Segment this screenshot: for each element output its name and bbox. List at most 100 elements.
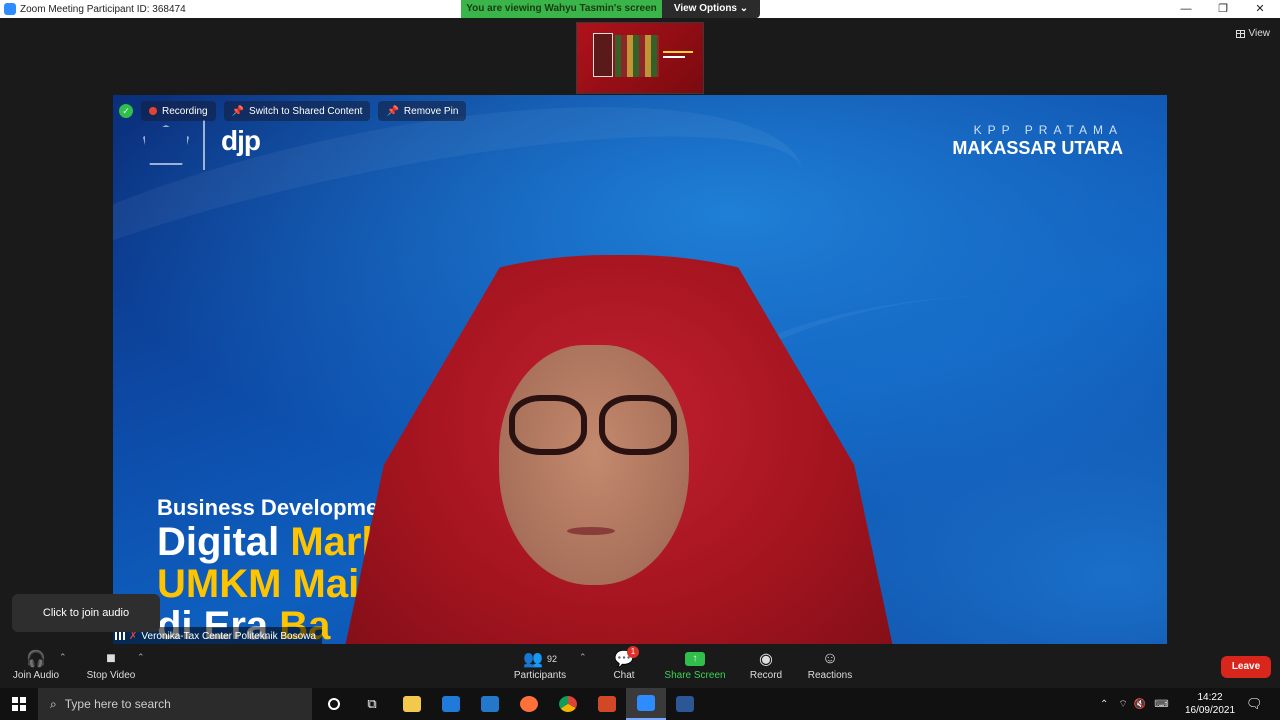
window-title: Zoom Meeting Participant ID: 368474: [20, 3, 186, 15]
zoom-window: Zoom Meeting Participant ID: 368474 — ❐ …: [0, 0, 1280, 720]
participants-count: 92: [546, 654, 557, 664]
volume-muted-icon[interactable]: 🔇: [1134, 699, 1146, 710]
participants-button[interactable]: 👥 92 Participants: [510, 648, 570, 681]
office-name: MAKASSAR UTARA: [952, 138, 1123, 158]
taskbar-word[interactable]: [665, 688, 705, 720]
audio-options-caret[interactable]: ⌃: [59, 652, 67, 663]
record-dot-icon: [149, 107, 157, 115]
taskbar-zoom[interactable]: [626, 688, 666, 720]
clock-time: 14:22: [1197, 692, 1223, 703]
join-audio-label: Join Audio: [12, 670, 60, 681]
search-placeholder: Type here to search: [64, 697, 171, 711]
share-screen-icon-wrap: ↑: [664, 648, 726, 670]
smiley-icon: ☺: [821, 650, 839, 667]
stop-video-label: Stop Video: [86, 670, 136, 681]
taskbar-clock[interactable]: 14:22 16/09/2021: [1180, 691, 1240, 717]
pinned-video[interactable]: djp KPP PRATAMA MAKASSAR UTARA Business …: [113, 95, 1167, 645]
tray-overflow-icon[interactable]: ⌃: [1100, 699, 1108, 710]
djp-logo: djp: [221, 125, 261, 156]
minimize-button[interactable]: —: [1168, 0, 1204, 18]
thumb-text-yellow: [663, 51, 693, 53]
view-label: View: [1248, 28, 1271, 39]
clock-date: 16/09/2021: [1184, 705, 1236, 716]
record-label: Record: [749, 670, 783, 681]
meeting-area: View djp KPP PRATAMA MAKASSAR UTARA Busi…: [0, 18, 1280, 645]
signal-bars-icon: [115, 632, 125, 640]
network-icon[interactable]: ⌔: [1118, 698, 1127, 711]
recording-indicator: Recording: [141, 101, 216, 121]
restore-button[interactable]: ❐: [1205, 0, 1241, 18]
task-view-icon: ⧉: [367, 696, 377, 711]
participant-name: Veronika-Tax Center Politeknik Bosowa: [141, 630, 316, 642]
participants-options-caret[interactable]: ⌃: [579, 652, 587, 663]
grid-icon: [1235, 29, 1245, 38]
taskbar-mail[interactable]: [431, 688, 471, 720]
shield-icon[interactable]: ✓: [119, 104, 133, 118]
slide-line-2-white: Digital: [157, 520, 291, 564]
chrome-icon: [559, 696, 577, 712]
switch-label: Switch to Shared Content: [249, 105, 363, 117]
video-overlay-bar: ✓ Recording 📌 Switch to Shared Content 📌…: [119, 101, 467, 121]
thumb-book: [593, 33, 613, 77]
mail-icon: [442, 696, 460, 712]
glasses-right: [599, 395, 677, 455]
taskbar-vscode[interactable]: [470, 688, 510, 720]
word-icon: [676, 696, 694, 712]
stop-video-button[interactable]: ■ Stop Video: [84, 648, 138, 681]
meeting-toolbar: 🎧 Join Audio ⌃ ■ Stop Video ⌃ 👥 92 Partic…: [0, 644, 1280, 688]
screen-share-banner: You are viewing Wahyu Tasmin's screen: [461, 0, 662, 18]
recording-label: Recording: [162, 105, 208, 117]
share-screen-label: Share Screen: [664, 670, 726, 681]
headphones-icon: 🎧: [26, 651, 46, 668]
share-screen-icon: ↑: [685, 652, 705, 666]
video-options-caret[interactable]: ⌃: [137, 652, 145, 663]
taskbar-chrome[interactable]: [548, 688, 588, 720]
cortana-button[interactable]: [314, 688, 354, 720]
reactions-button[interactable]: ☺ Reactions: [806, 648, 854, 681]
chat-unread-badge: 1: [627, 646, 639, 658]
windows-logo-icon: [12, 697, 26, 711]
pin-icon: 📌: [386, 105, 399, 117]
folder-icon: [403, 696, 421, 712]
taskbar-powerpoint[interactable]: [587, 688, 627, 720]
powerpoint-icon: [598, 696, 616, 712]
chat-label: Chat: [613, 670, 635, 681]
firefox-icon: [520, 696, 538, 712]
glasses-left: [509, 395, 587, 455]
emblem-logo: [143, 125, 189, 165]
join-audio-tooltip: Click to join audio: [12, 594, 160, 632]
record-button[interactable]: ◉ Record: [746, 648, 786, 681]
task-view-button[interactable]: ⧉: [352, 688, 392, 720]
join-audio-button[interactable]: 🎧 Join Audio: [12, 648, 60, 681]
logo-divider: [203, 120, 205, 170]
mouth: [567, 527, 615, 535]
share-screen-button[interactable]: ↑ Share Screen: [664, 648, 726, 681]
remove-pin-button[interactable]: 📌 Remove Pin: [378, 101, 467, 121]
participant-figure: [339, 255, 899, 645]
leave-button[interactable]: Leave: [1221, 656, 1271, 678]
record-icon: ◉: [759, 651, 773, 668]
taskbar-search[interactable]: ⌕ Type here to search: [38, 688, 312, 720]
thumb-text-white: [663, 56, 685, 58]
pin-icon: 📌: [231, 105, 245, 117]
close-button[interactable]: ✕: [1242, 0, 1278, 18]
face: [499, 345, 689, 585]
zoom-app-icon: [4, 3, 16, 15]
participants-icon: 👥 92: [523, 651, 557, 668]
view-button[interactable]: View: [1235, 28, 1271, 39]
reactions-label: Reactions: [807, 670, 853, 681]
office-label: KPP PRATAMA: [973, 123, 1123, 137]
view-options-button[interactable]: View Options ⌄: [662, 0, 760, 18]
zoom-icon: [637, 695, 655, 711]
keyboard-icon[interactable]: ⌨: [1154, 699, 1168, 710]
thumb-gallery: [615, 35, 659, 77]
cortana-icon: [328, 698, 340, 710]
system-tray: ⌃ ⌔ 🔇 ⌨: [1100, 688, 1169, 720]
shared-screen-thumbnail[interactable]: [576, 22, 704, 94]
taskbar-file-explorer[interactable]: [392, 688, 432, 720]
switch-to-shared-content-button[interactable]: 📌 Switch to Shared Content: [223, 101, 371, 121]
remove-pin-label: Remove Pin: [403, 105, 459, 117]
notifications-button[interactable]: 🗨: [1246, 688, 1263, 720]
start-button[interactable]: [0, 688, 38, 720]
taskbar-firefox[interactable]: [509, 688, 549, 720]
